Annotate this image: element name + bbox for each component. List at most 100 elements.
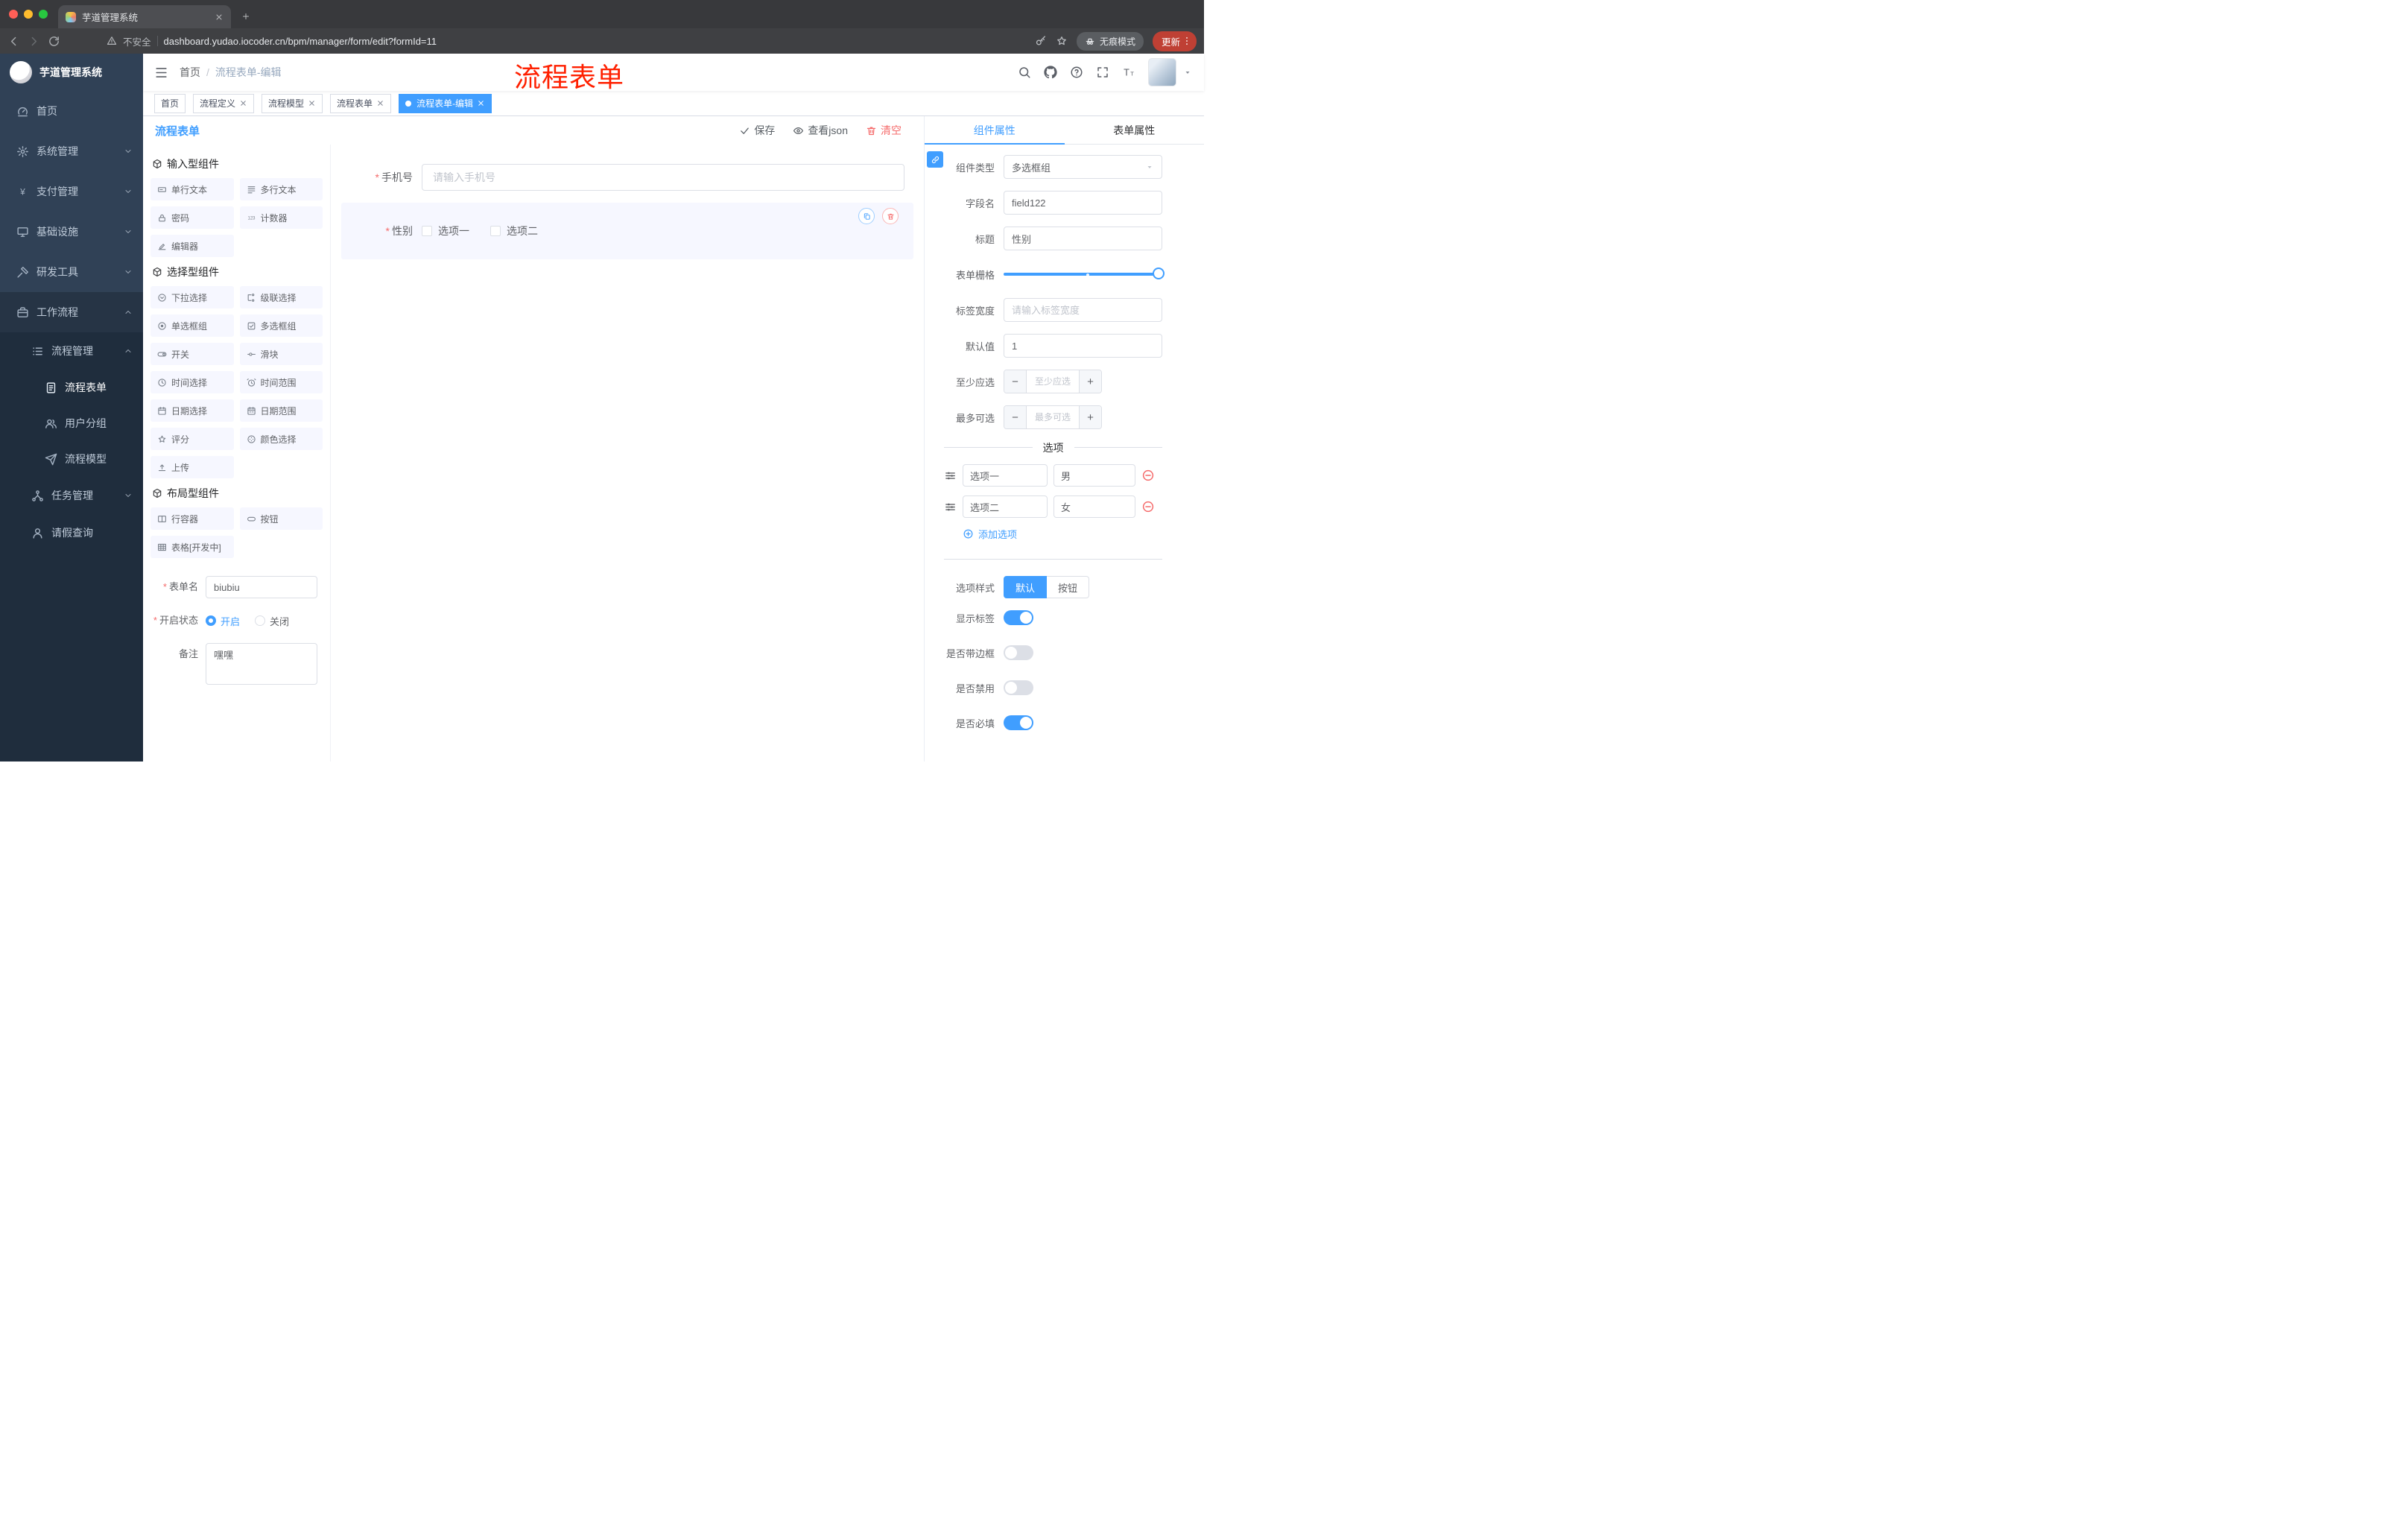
phone-field-input[interactable] (422, 164, 904, 191)
component-single-text[interactable]: 单行文本 (150, 178, 234, 200)
component-counter[interactable]: 123 计数器 (239, 206, 323, 229)
component-date-range[interactable]: 日期范围 (239, 399, 323, 422)
menu-dots-icon[interactable] (1182, 36, 1192, 46)
tag-process-definition[interactable]: 流程定义 (193, 93, 255, 113)
form-remark-textarea[interactable]: 嘿嘿 (206, 643, 317, 685)
sidebar-collapse-button[interactable] (143, 66, 180, 80)
component-checkbox-group[interactable]: 多选框组 (239, 314, 323, 337)
component-switch[interactable]: 开关 (150, 343, 234, 365)
slider-handle[interactable] (1153, 267, 1165, 279)
decrease-button[interactable]: − (1004, 406, 1027, 428)
reload-icon[interactable] (48, 35, 60, 48)
search-icon[interactable] (1018, 66, 1031, 79)
sidebar-item-process-management[interactable]: 流程管理 (0, 332, 143, 370)
sidebar-item-leave-query[interactable]: 请假查询 (0, 514, 143, 551)
close-icon[interactable] (308, 99, 316, 107)
title-input[interactable] (1004, 227, 1162, 250)
style-default-button[interactable]: 默认 (1004, 576, 1048, 598)
view-json-button[interactable]: 查看json (793, 123, 848, 138)
decrease-button[interactable]: − (1004, 370, 1027, 393)
clear-button[interactable]: 清空 (866, 123, 902, 138)
increase-button[interactable]: + (1079, 406, 1101, 428)
tag-process-model[interactable]: 流程模型 (262, 93, 323, 113)
back-icon[interactable] (7, 35, 20, 48)
default-value-input[interactable] (1004, 334, 1162, 358)
sidebar-item-task-management[interactable]: 任务管理 (0, 477, 143, 514)
status-on-radio[interactable]: 开启 (206, 614, 240, 628)
component-editor[interactable]: 编辑器 (150, 235, 234, 257)
remove-option-icon[interactable] (1141, 500, 1155, 513)
sidebar-item-process-model[interactable]: 流程模型 (0, 441, 143, 477)
component-upload[interactable]: 上传 (150, 456, 234, 478)
increase-button[interactable]: + (1079, 370, 1101, 393)
option-1-value-input[interactable] (1054, 464, 1135, 487)
close-icon[interactable] (239, 99, 247, 107)
field-name-input[interactable] (1004, 191, 1162, 215)
component-button[interactable]: 按钮 (239, 507, 323, 530)
bookmark-star-icon[interactable] (1056, 35, 1068, 47)
breadcrumb-home[interactable]: 首页 (180, 65, 200, 80)
status-off-radio[interactable]: 关闭 (255, 614, 289, 628)
tag-process-form-edit[interactable]: 流程表单-编辑 (399, 93, 492, 113)
component-multiline-text[interactable]: 多行文本 (239, 178, 323, 200)
close-icon[interactable] (477, 99, 485, 107)
drag-handle-icon[interactable] (944, 469, 957, 482)
sidebar-item-payment[interactable]: ¥ 支付管理 (0, 171, 143, 212)
component-row-container[interactable]: 行容器 (150, 507, 234, 530)
max-select-input[interactable] (1027, 406, 1079, 428)
close-icon[interactable] (215, 13, 224, 22)
sidebar-item-user-groups[interactable]: 用户分组 (0, 405, 143, 441)
panel-link-toggle[interactable] (927, 151, 943, 168)
sidebar-item-home[interactable]: 首页 (0, 91, 143, 131)
component-cascader[interactable]: 级联选择 (239, 286, 323, 308)
canvas-field-phone[interactable]: 手机号 (341, 153, 913, 201)
component-table[interactable]: 表格[开发中] (150, 536, 234, 558)
label-width-input[interactable] (1004, 298, 1162, 322)
component-password[interactable]: 密码 (150, 206, 234, 229)
tab-component-props[interactable]: 组件属性 (925, 116, 1065, 145)
min-select-input[interactable] (1027, 370, 1079, 393)
github-icon[interactable] (1044, 66, 1057, 79)
gender-option-1-checkbox[interactable]: 选项一 (422, 224, 469, 238)
gender-option-2-checkbox[interactable]: 选项二 (490, 224, 538, 238)
option-2-name-input[interactable] (963, 495, 1048, 518)
tab-form-props[interactable]: 表单属性 (1065, 116, 1205, 144)
sidebar-item-process-form[interactable]: 流程表单 (0, 370, 143, 405)
sidebar-item-infra[interactable]: 基础设施 (0, 212, 143, 252)
sidebar-item-workflow[interactable]: 工作流程 (0, 292, 143, 332)
sidebar-item-system[interactable]: 系统管理 (0, 131, 143, 171)
option-1-name-input[interactable] (963, 464, 1048, 487)
drag-handle-icon[interactable] (944, 501, 957, 513)
option-2-value-input[interactable] (1054, 495, 1135, 518)
delete-field-button[interactable] (882, 208, 899, 224)
required-switch[interactable] (1004, 715, 1033, 730)
component-time-picker[interactable]: 时间选择 (150, 371, 234, 393)
duplicate-field-button[interactable] (858, 208, 875, 224)
new-tab-button[interactable] (235, 6, 256, 27)
disabled-switch[interactable] (1004, 680, 1033, 695)
border-switch[interactable] (1004, 645, 1033, 660)
form-name-input[interactable] (206, 576, 317, 598)
component-rate[interactable]: 评分 (150, 428, 234, 450)
browser-tab[interactable]: 芋道管理系统 (58, 5, 231, 28)
canvas-field-gender[interactable]: 性别 选项一 选项二 (341, 203, 913, 259)
add-option-button[interactable]: 添加选项 (963, 527, 1162, 541)
tag-process-form[interactable]: 流程表单 (330, 93, 392, 113)
close-icon[interactable] (376, 99, 384, 107)
update-button[interactable]: 更新 (1152, 31, 1197, 51)
component-select[interactable]: 下拉选择 (150, 286, 234, 308)
minimize-window-button[interactable] (24, 10, 33, 19)
forward-icon[interactable] (28, 35, 40, 48)
font-size-icon[interactable]: TT (1122, 66, 1135, 79)
component-type-select[interactable]: 多选框组 (1004, 155, 1162, 179)
remove-option-icon[interactable] (1141, 469, 1155, 482)
caret-down-icon[interactable] (1183, 68, 1192, 77)
user-avatar[interactable] (1148, 58, 1176, 86)
close-window-button[interactable] (9, 10, 18, 19)
form-grid-slider[interactable] (1004, 262, 1165, 286)
tag-home[interactable]: 首页 (154, 93, 186, 113)
component-time-range[interactable]: 时间范围 (239, 371, 323, 393)
fullscreen-icon[interactable] (1096, 66, 1109, 79)
sidebar-item-devtools[interactable]: 研发工具 (0, 252, 143, 292)
address-bar[interactable]: 不安全 dashboard.yudao.iocoder.cn/bpm/manag… (107, 34, 1027, 48)
